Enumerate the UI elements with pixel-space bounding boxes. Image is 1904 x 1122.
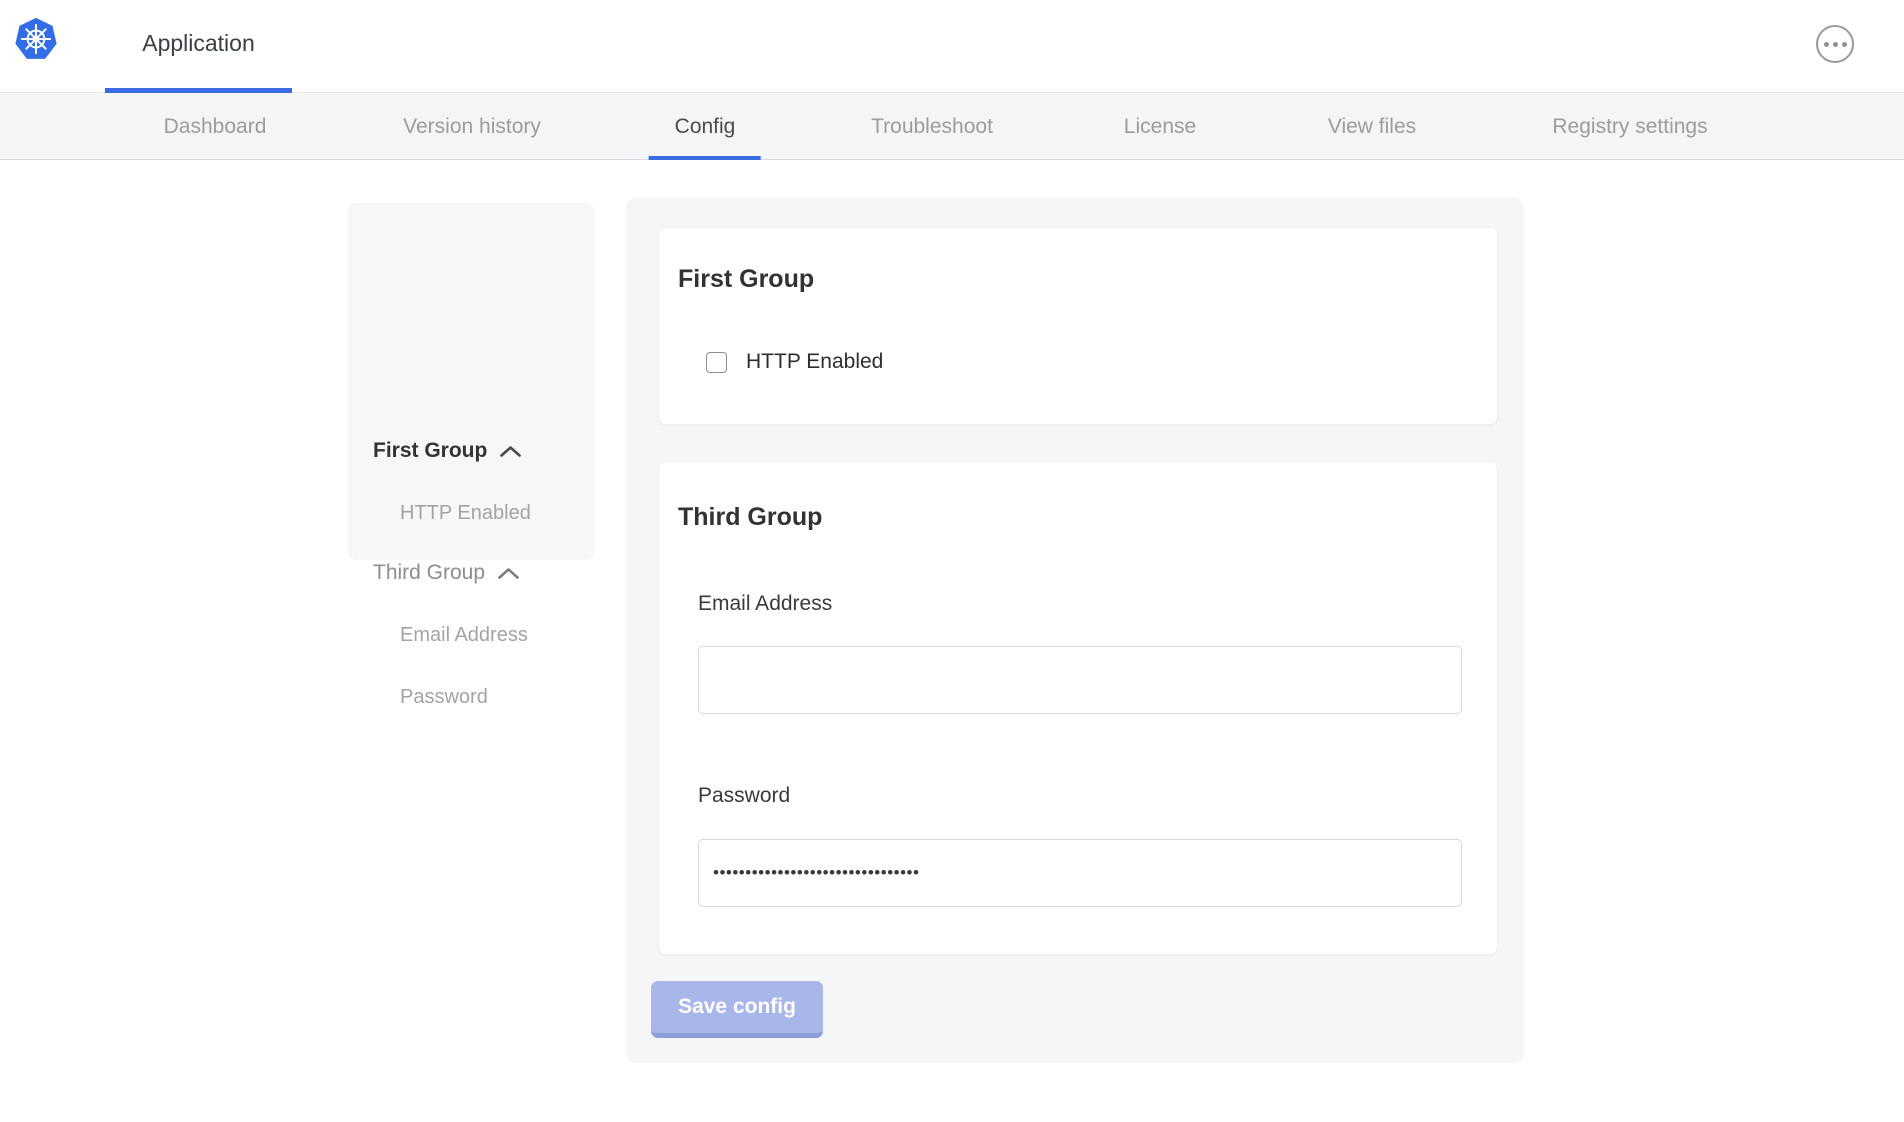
- sidebar-item-password[interactable]: Password: [400, 686, 488, 709]
- group-title: First Group: [678, 265, 814, 294]
- tab-view-files[interactable]: View files: [1328, 94, 1416, 160]
- sidebar-item-first-group[interactable]: First Group: [373, 439, 522, 463]
- sidebar-item-label: HTTP Enabled: [400, 502, 531, 525]
- config-group-card-third: Third Group Email Address Password: [658, 461, 1498, 955]
- tab-config[interactable]: Config: [675, 94, 736, 160]
- top-bar: Application: [0, 0, 1904, 93]
- sidebar-item-label: Third Group: [373, 561, 485, 585]
- sidebar-item-third-group[interactable]: Third Group: [373, 561, 520, 585]
- tab-troubleshoot[interactable]: Troubleshoot: [871, 94, 993, 160]
- checkbox-label: HTTP Enabled: [746, 350, 883, 374]
- overflow-menu-button[interactable]: [1816, 25, 1854, 63]
- tab-dashboard[interactable]: Dashboard: [164, 94, 267, 160]
- kubernetes-logo-icon: [14, 15, 58, 63]
- active-subtab-underline: [649, 156, 761, 160]
- config-group-card-first: First Group HTTP Enabled: [658, 227, 1498, 425]
- app-root: Application Dashboard Version history Co…: [0, 0, 1904, 1122]
- chevron-up-icon: [499, 445, 522, 458]
- sidebar-item-label: First Group: [373, 439, 487, 463]
- tab-config-label: Config: [675, 115, 736, 139]
- group-title: Third Group: [678, 503, 822, 532]
- sidebar-item-label: Password: [400, 686, 488, 709]
- app-tab-label: Application: [142, 30, 255, 57]
- ellipsis-icon: [1824, 42, 1847, 47]
- active-tab-underline: [105, 88, 292, 93]
- email-address-input[interactable]: [698, 646, 1462, 714]
- tab-license[interactable]: License: [1124, 94, 1196, 160]
- tab-application[interactable]: Application: [105, 0, 292, 93]
- config-sidebar: First Group HTTP Enabled Third Group Ema…: [348, 203, 594, 560]
- password-input[interactable]: [698, 839, 1462, 907]
- email-address-label: Email Address: [698, 592, 832, 616]
- config-panel: First Group HTTP Enabled Third Group Ema…: [626, 198, 1524, 1063]
- tab-version-history[interactable]: Version history: [403, 94, 541, 160]
- sidebar-item-http-enabled[interactable]: HTTP Enabled: [400, 502, 531, 525]
- http-enabled-field: HTTP Enabled: [706, 350, 883, 374]
- http-enabled-checkbox[interactable]: [706, 352, 727, 373]
- save-config-button[interactable]: Save config: [651, 981, 823, 1038]
- password-label: Password: [698, 784, 790, 808]
- sidebar-item-label: Email Address: [400, 624, 528, 647]
- app-subnav: Dashboard Version history Config Trouble…: [0, 94, 1904, 160]
- sidebar-item-email-address[interactable]: Email Address: [400, 624, 528, 647]
- tab-registry-settings[interactable]: Registry settings: [1552, 94, 1707, 160]
- chevron-up-icon: [497, 567, 520, 580]
